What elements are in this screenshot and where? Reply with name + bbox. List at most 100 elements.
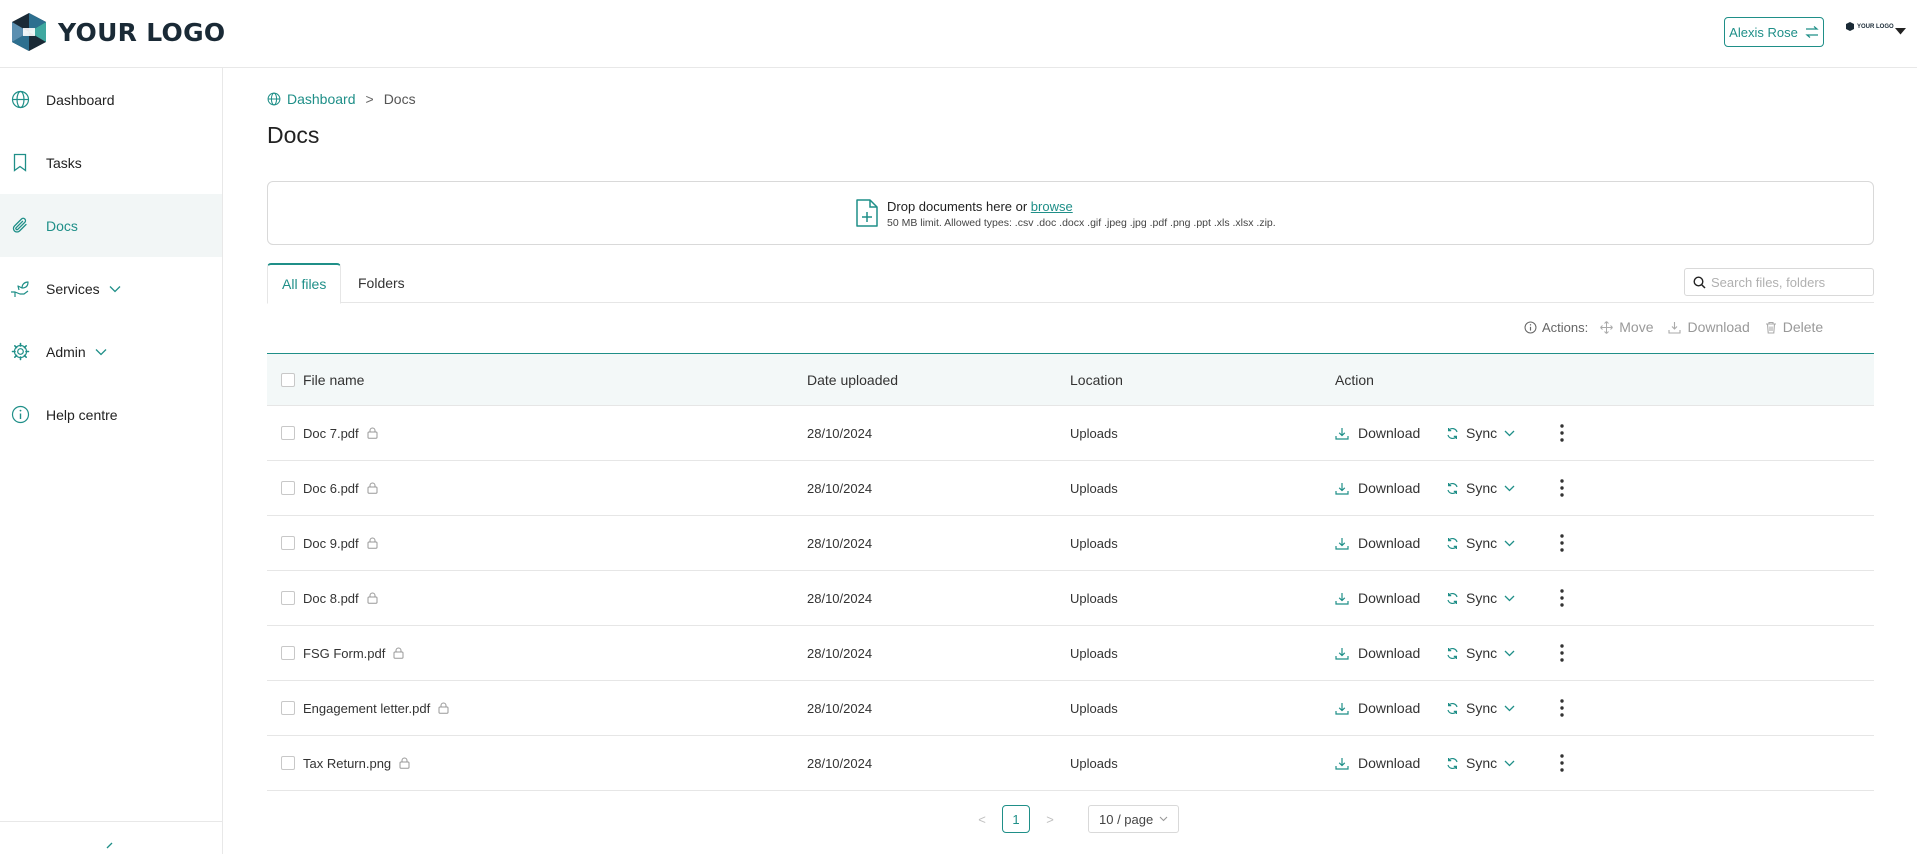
table-row: Doc 8.pdf 28/10/2024 Uploads Download Sy… xyxy=(267,571,1874,626)
dropzone-text: Drop documents here or browse xyxy=(887,199,1073,214)
search-input[interactable] xyxy=(1711,274,1861,290)
download-icon xyxy=(1335,647,1349,660)
download-button[interactable]: Download xyxy=(1335,535,1420,551)
file-name[interactable]: FSG Form.pdf xyxy=(303,646,385,661)
browse-link[interactable]: browse xyxy=(1031,199,1073,214)
breadcrumb-home-link[interactable]: Dashboard xyxy=(287,91,356,107)
sync-dropdown[interactable]: Sync xyxy=(1446,736,1515,790)
action-cell: Download xyxy=(1335,461,1420,515)
organisation-logo[interactable]: YOUR LOGO xyxy=(1846,22,1894,31)
page-size-select[interactable]: 10 / page xyxy=(1088,805,1180,833)
download-button[interactable]: Download xyxy=(1335,645,1420,661)
column-header-file-name[interactable]: File name xyxy=(303,354,364,405)
row-checkbox[interactable] xyxy=(281,536,295,550)
date-uploaded: 28/10/2024 xyxy=(807,590,873,606)
chevron-down-icon xyxy=(1504,760,1515,766)
sync-dropdown[interactable]: Sync xyxy=(1446,516,1515,570)
row-checkbox-cell xyxy=(281,626,295,680)
page-1-button[interactable]: 1 xyxy=(1002,805,1030,833)
location: Uploads xyxy=(1070,700,1118,716)
more-options-button[interactable] xyxy=(1560,626,1564,680)
row-checkbox[interactable] xyxy=(281,756,295,770)
caret-down-icon[interactable] xyxy=(1895,28,1906,35)
search-box[interactable] xyxy=(1684,268,1874,296)
download-button[interactable]: Download xyxy=(1335,755,1420,771)
sidebar-item-tasks[interactable]: Tasks xyxy=(0,131,222,194)
sync-label: Sync xyxy=(1466,755,1498,771)
sidebar-item-label: Services xyxy=(46,280,100,297)
sync-dropdown[interactable]: Sync xyxy=(1446,461,1515,515)
date-uploaded: 28/10/2024 xyxy=(807,425,873,441)
sync-dropdown[interactable]: Sync xyxy=(1446,406,1515,460)
sidebar-item-dashboard[interactable]: Dashboard xyxy=(0,68,222,131)
download-button[interactable]: Download xyxy=(1335,480,1420,496)
file-name[interactable]: Doc 9.pdf xyxy=(303,536,359,551)
action-cell: Download xyxy=(1335,406,1420,460)
file-name[interactable]: Doc 6.pdf xyxy=(303,481,359,496)
info-icon xyxy=(1524,321,1537,333)
paperclip-icon xyxy=(10,216,30,236)
bulk-actions-bar: Actions: Move Download Delete xyxy=(1524,319,1838,335)
file-name[interactable]: Doc 7.pdf xyxy=(303,426,359,441)
select-all-checkbox[interactable] xyxy=(281,372,295,387)
bulk-download-button[interactable]: Download xyxy=(1668,319,1750,335)
download-button[interactable]: Download xyxy=(1335,425,1420,441)
column-header-location[interactable]: Location xyxy=(1070,354,1123,405)
row-checkbox[interactable] xyxy=(281,646,295,660)
breadcrumb: Dashboard > Docs xyxy=(267,91,416,107)
table-row: Engagement letter.pdf 28/10/2024 Uploads… xyxy=(267,681,1874,736)
row-checkbox[interactable] xyxy=(281,701,295,715)
more-options-button[interactable] xyxy=(1560,571,1564,625)
more-options-button[interactable] xyxy=(1560,516,1564,570)
sidebar-item-admin[interactable]: Admin xyxy=(0,320,222,383)
sidebar-item-help-centre[interactable]: Help centre xyxy=(0,383,222,446)
logo-text: YOUR LOGO xyxy=(58,17,226,47)
tab-all-files[interactable]: All files xyxy=(267,263,342,304)
chevron-down-icon xyxy=(1504,485,1515,491)
row-checkbox[interactable] xyxy=(281,481,295,495)
kebab-menu-icon xyxy=(1560,534,1564,552)
download-label: Download xyxy=(1358,480,1421,496)
sync-dropdown[interactable]: Sync xyxy=(1446,626,1515,680)
upload-dropzone[interactable]: Drop documents here or browse 50 MB limi… xyxy=(267,181,1874,245)
download-button[interactable]: Download xyxy=(1335,590,1420,606)
prev-page-button[interactable]: < xyxy=(970,812,994,827)
more-options-button[interactable] xyxy=(1560,461,1564,515)
app-logo[interactable]: YOUR LOGO xyxy=(10,12,225,52)
sidebar-item-docs[interactable]: Docs xyxy=(0,194,222,257)
file-name[interactable]: Tax Return.png xyxy=(303,756,391,771)
swap-arrows-icon xyxy=(1805,26,1819,38)
download-label: Download xyxy=(1358,590,1421,606)
more-options-button[interactable] xyxy=(1560,681,1564,735)
lock-icon xyxy=(367,537,378,549)
column-header-date-uploaded[interactable]: Date uploaded xyxy=(807,354,898,405)
lock-icon xyxy=(367,592,378,604)
file-name-cell: Doc 7.pdf xyxy=(303,406,378,460)
row-checkbox[interactable] xyxy=(281,426,295,440)
delete-button[interactable]: Delete xyxy=(1765,319,1823,335)
file-name[interactable]: Engagement letter.pdf xyxy=(303,701,430,716)
gear-icon xyxy=(10,342,30,362)
sidebar-item-services[interactable]: Services xyxy=(0,257,222,320)
file-name[interactable]: Doc 8.pdf xyxy=(303,591,359,606)
more-options-button[interactable] xyxy=(1560,736,1564,790)
sync-icon xyxy=(1447,592,1458,604)
mini-logo-icon xyxy=(1846,22,1854,31)
date-uploaded: 28/10/2024 xyxy=(807,480,873,496)
download-label: Download xyxy=(1358,755,1421,771)
sync-icon xyxy=(1447,757,1458,769)
sync-dropdown[interactable]: Sync xyxy=(1446,681,1515,735)
chevron-down-icon xyxy=(1504,705,1515,711)
user-switch-button[interactable]: Alexis Rose xyxy=(1724,17,1824,47)
next-page-button[interactable]: > xyxy=(1038,812,1062,827)
more-options-button[interactable] xyxy=(1560,406,1564,460)
move-button[interactable]: Move xyxy=(1600,319,1653,335)
row-checkbox[interactable] xyxy=(281,591,295,605)
tab-folders[interactable]: Folders xyxy=(358,263,405,303)
download-icon xyxy=(1335,757,1349,770)
collapse-sidebar-icon[interactable] xyxy=(104,842,114,854)
file-tabs: All files Folders xyxy=(267,263,1874,304)
row-checkbox-cell xyxy=(281,736,295,790)
sync-dropdown[interactable]: Sync xyxy=(1446,571,1515,625)
download-button[interactable]: Download xyxy=(1335,700,1420,716)
